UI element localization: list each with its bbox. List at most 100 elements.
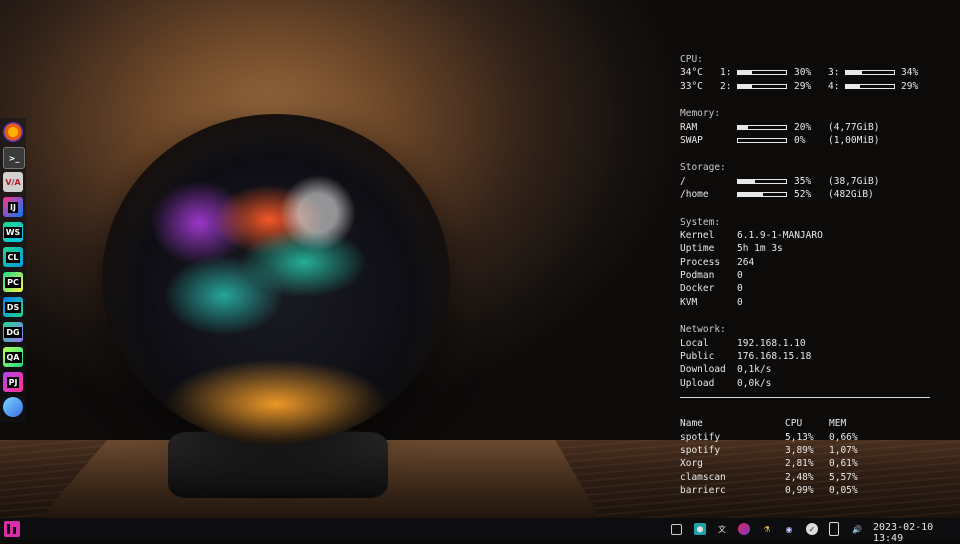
- process-name: spotify: [680, 431, 721, 443]
- phpstorm-icon-label: PJ: [6, 376, 20, 388]
- cpu-core-bar: [737, 83, 787, 89]
- dataspell-icon-label: DS: [4, 301, 22, 313]
- wallpaper-crystal-ball: [102, 114, 450, 444]
- cpu-core-bar-fill: [846, 84, 860, 88]
- cpu-core-bar: [845, 70, 895, 76]
- network-value: 0,0k/s: [737, 377, 772, 389]
- memory-amount: (4,77GiB): [828, 121, 880, 133]
- process-header-mem: MEM: [829, 418, 847, 430]
- translate-icon[interactable]: 文: [716, 523, 728, 535]
- conky-system-monitor: CPU: 34°C 1: 30% 3: 34% 33°C 2: 29% 4: 2…: [680, 53, 940, 498]
- webstorm-icon[interactable]: WS: [3, 222, 23, 242]
- cpu-core-bar: [737, 70, 787, 76]
- system-value: 0: [737, 270, 743, 282]
- process-row: Xorg 2,81% 0,61%: [680, 457, 940, 470]
- network-label: Local: [680, 337, 709, 349]
- network-rows: Local 192.168.1.10 Public 176.168.15.18 Do…: [680, 337, 940, 391]
- pycharm-icon[interactable]: PC: [3, 272, 23, 292]
- discord-icon[interactable]: ◉: [783, 523, 795, 535]
- system-row: Kernel 6.1.9-1-MANJARO: [680, 229, 940, 242]
- clion-icon[interactable]: CL: [3, 247, 23, 267]
- cpu-core-pct: 30%: [794, 67, 812, 79]
- system-label: Podman: [680, 270, 715, 282]
- storage-row: / 35% (38,7GiB): [680, 175, 940, 188]
- process-cpu: 0,99%: [785, 485, 814, 497]
- cpu-core-bar-fill: [846, 71, 863, 75]
- cpu-temp: 34°C: [680, 67, 703, 79]
- system-label: Process: [680, 256, 721, 268]
- clock[interactable]: 2023-02-10 13:49: [873, 522, 960, 544]
- pycharm-icon-label: PC: [5, 276, 21, 288]
- cpu-heading: CPU:: [680, 54, 703, 65]
- network-value: 176.168.15.18: [737, 351, 812, 363]
- storage-amount: (38,7GiB): [828, 175, 880, 187]
- fleet-icon[interactable]: [3, 397, 23, 417]
- application-dock: >_ V/A IJ WS CL PC DS DG QA PJ: [0, 118, 26, 422]
- kde-connect-icon[interactable]: [738, 523, 750, 535]
- volume-icon[interactable]: 🔊: [851, 523, 863, 535]
- process-cpu: 3,89%: [785, 444, 814, 456]
- memory-label: RAM: [680, 121, 698, 133]
- battery-icon[interactable]: [829, 522, 839, 536]
- storage-row: /home 52% (482GiB): [680, 188, 940, 201]
- cpu-core-id: 4:: [828, 80, 840, 92]
- clion-icon-label: CL: [5, 251, 21, 263]
- network-label: Public: [680, 351, 715, 363]
- network-value: 192.168.1.10: [737, 337, 806, 349]
- memory-amount: (1,00MiB): [828, 134, 880, 146]
- datagrip-icon[interactable]: DG: [3, 322, 23, 342]
- system-rows: Kernel 6.1.9-1-MANJARO Uptime 5h 1m 3s Pro…: [680, 229, 940, 309]
- process-row: spotify 3,89% 1,07%: [680, 444, 940, 457]
- storage-bar-fill: [738, 193, 763, 197]
- cpu-temp: 33°C: [680, 80, 703, 92]
- cpu-core-bar-fill: [738, 71, 753, 75]
- process-mem: 0,05%: [829, 485, 858, 497]
- flask-icon[interactable]: ⚗: [761, 523, 773, 535]
- system-row: Uptime 5h 1m 3s: [680, 242, 940, 255]
- system-row: Process 264: [680, 256, 940, 269]
- app-icon[interactable]: ⬢: [694, 523, 706, 535]
- phpstorm-icon[interactable]: PJ: [3, 372, 23, 392]
- process-row: spotify 5,13% 0,66%: [680, 431, 940, 444]
- manjaro-menu-icon[interactable]: [4, 521, 20, 537]
- network-value: 0,1k/s: [737, 364, 772, 376]
- terminal-icon[interactable]: >_: [3, 147, 25, 169]
- storage-amount: (482GiB): [828, 189, 874, 201]
- intellij-icon[interactable]: IJ: [3, 197, 23, 217]
- cpu-core-id: 1:: [720, 67, 732, 79]
- aqua-icon-label: QA: [4, 351, 22, 363]
- storage-heading: Storage:: [680, 162, 726, 174]
- storage-bar: [737, 178, 787, 184]
- taskbar: ⬢ 文 ⚗ ◉ ✓ 🔊 2023-02-10 13:49: [0, 518, 960, 544]
- storage-label: /home: [680, 189, 709, 201]
- cpu-row-2: 33°C 2: 29% 4: 29%: [680, 80, 940, 93]
- vivaldi-icon[interactable]: V/A: [3, 172, 23, 192]
- memory-row: RAM 20% (4,77GiB): [680, 121, 940, 134]
- aqua-icon[interactable]: QA: [3, 347, 23, 367]
- system-value: 264: [737, 256, 755, 268]
- system-row: Docker 0: [680, 282, 940, 295]
- process-row: barrierc 0,99% 0,05%: [680, 484, 940, 497]
- memory-label: SWAP: [680, 134, 703, 146]
- webstorm-icon-label: WS: [3, 226, 23, 238]
- clipboard-icon[interactable]: [671, 524, 682, 535]
- process-cpu: 2,81%: [785, 458, 814, 470]
- dataspell-icon[interactable]: DS: [3, 297, 23, 317]
- network-row: Public 176.168.15.18: [680, 350, 940, 363]
- update-icon[interactable]: ✓: [806, 523, 818, 535]
- firefox-icon[interactable]: [3, 122, 23, 142]
- memory-bar: [737, 124, 787, 130]
- cpu-core-id: 3:: [828, 67, 840, 79]
- network-heading: Network:: [680, 324, 726, 336]
- process-mem: 5,57%: [829, 471, 858, 483]
- intellij-icon-label: IJ: [8, 201, 18, 213]
- cpu-core-pct: 29%: [794, 80, 812, 92]
- system-value: 5h 1m 3s: [737, 243, 783, 255]
- cpu-core-pct: 29%: [901, 80, 919, 92]
- storage-pct: 52%: [794, 189, 812, 201]
- cpu-row-1: 34°C 1: 30% 3: 34%: [680, 66, 940, 79]
- datagrip-icon-label: DG: [4, 326, 22, 338]
- process-mem: 0,61%: [829, 458, 858, 470]
- system-label: Docker: [680, 283, 715, 295]
- system-row: Podman 0: [680, 269, 940, 282]
